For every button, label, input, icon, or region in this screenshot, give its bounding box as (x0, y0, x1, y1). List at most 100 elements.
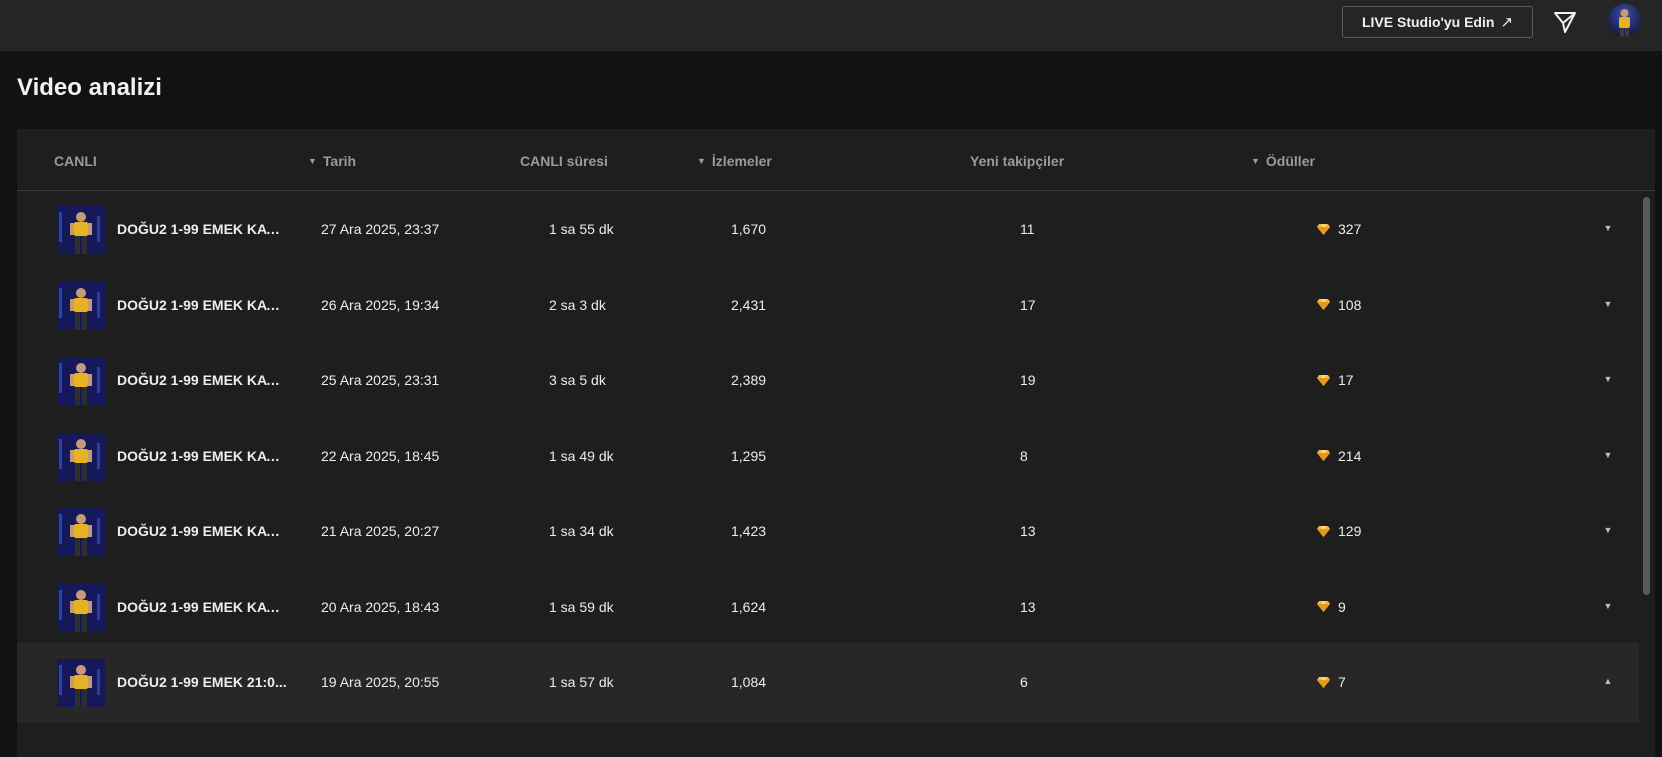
new-followers-count: 19 (1020, 372, 1036, 388)
video-thumbnail (57, 206, 105, 254)
new-followers-count: 13 (1020, 523, 1036, 539)
video-thumbnail (57, 659, 105, 707)
rewards-cell: 327 (1317, 221, 1361, 237)
video-analytics-table: CANLI ▼ Tarih CANLI süresi ▼ İzlemeler Y… (17, 129, 1655, 757)
rewards-cell: 7 (1317, 674, 1346, 690)
table-row[interactable]: DOĞU2 1-99 EMEK KAYI... 20 Ara 2025, 18:… (17, 568, 1639, 648)
video-title: DOĞU2 1-99 EMEK KAYI... (117, 221, 287, 237)
column-live-label: CANLI (54, 153, 97, 169)
live-duration: 1 sa 34 dk (549, 523, 614, 539)
video-title: DOĞU2 1-99 EMEK KAYI... (117, 523, 287, 539)
gem-icon (1317, 223, 1330, 235)
video-date: 25 Ara 2025, 23:31 (321, 372, 440, 388)
column-rewards-label: Ödüller (1265, 153, 1315, 169)
sort-down-icon: ▼ (308, 156, 317, 166)
video-title: DOĞU2 1-99 EMEK KAYI... (117, 372, 287, 388)
video-thumbnail (57, 357, 105, 405)
gem-icon (1317, 374, 1330, 386)
rewards-count: 129 (1338, 523, 1362, 539)
rewards-count: 108 (1338, 296, 1362, 313)
expand-toggle-icon[interactable]: ▼ (1602, 450, 1614, 462)
video-date: 19 Ara 2025, 20:55 (321, 674, 440, 690)
table-row[interactable]: DOĞU2 1-99 EMEK KAYI... 27 Ara 2025, 23:… (17, 190, 1639, 270)
table-row[interactable]: DOĞU2 1-99 EMEK KAYI... 22 Ara 2025, 18:… (17, 417, 1639, 497)
top-bar: LIVE Studio'yu Edin ↗ (0, 0, 1662, 51)
live-duration: 1 sa 59 dk (549, 598, 614, 615)
rewards-cell: 17 (1317, 372, 1354, 388)
get-live-studio-label: LIVE Studio'yu Edin (1361, 14, 1495, 30)
scrollbar-thumb[interactable] (1643, 197, 1650, 595)
expand-toggle-icon[interactable]: ▼ (1602, 223, 1614, 235)
video-thumbnail (57, 281, 105, 330)
column-rewards[interactable]: ▼ Ödüller (1251, 153, 1315, 169)
column-duration: CANLI süresi (520, 153, 608, 169)
views-count: 1,295 (731, 447, 767, 464)
rewards-count: 17 (1338, 372, 1354, 388)
gem-icon (1317, 299, 1330, 310)
sort-down-icon: ▼ (1251, 156, 1260, 166)
views-count: 1,423 (731, 523, 767, 539)
sort-down-icon: ▼ (697, 156, 706, 166)
expand-toggle-icon[interactable]: ▼ (1602, 601, 1614, 613)
column-followers-label: Yeni takipçiler (970, 153, 1065, 169)
table-row[interactable]: DOĞU2 1-99 EMEK KAYI... 26 Ara 2025, 19:… (17, 266, 1639, 346)
video-date: 27 Ara 2025, 23:37 (321, 221, 440, 237)
expand-toggle-icon[interactable]: ▼ (1602, 525, 1614, 537)
rewards-count: 327 (1338, 221, 1362, 237)
live-duration: 3 sa 5 dk (549, 372, 606, 388)
rewards-cell: 214 (1317, 448, 1361, 464)
gem-icon (1317, 450, 1330, 461)
column-duration-label: CANLI süresi (520, 153, 608, 169)
video-thumbnail (57, 508, 105, 556)
rewards-cell: 108 (1317, 297, 1361, 313)
video-date: 20 Ara 2025, 18:43 (321, 598, 440, 615)
column-views[interactable]: ▼ İzlemeler (697, 153, 772, 169)
new-followers-count: 17 (1020, 296, 1036, 313)
new-followers-count: 11 (1020, 221, 1035, 237)
get-live-studio-button[interactable]: LIVE Studio'yu Edin ↗ (1342, 6, 1533, 38)
rewards-count: 214 (1338, 447, 1362, 464)
external-arrow-icon: ↗ (1500, 14, 1514, 31)
column-followers: Yeni takipçiler (970, 153, 1064, 169)
views-count: 1,084 (731, 674, 767, 690)
video-thumbnail (57, 432, 105, 481)
live-duration: 1 sa 57 dk (549, 674, 614, 690)
table-header: CANLI ▼ Tarih CANLI süresi ▼ İzlemeler Y… (17, 129, 1655, 191)
video-thumbnail (57, 583, 105, 632)
expand-toggle-icon[interactable]: ▼ (1602, 374, 1614, 386)
gem-icon (1317, 601, 1330, 612)
views-count: 2,431 (731, 296, 767, 313)
rewards-cell: 129 (1317, 523, 1361, 539)
rewards-cell: 9 (1317, 599, 1346, 615)
new-followers-count: 6 (1020, 674, 1028, 690)
live-duration: 1 sa 55 dk (549, 221, 614, 237)
expand-toggle-icon[interactable]: ▲ (1602, 676, 1614, 688)
video-title: DOĞU2 1-99 EMEK KAYI... (117, 598, 287, 615)
column-live: CANLI (54, 153, 97, 169)
views-count: 1,624 (731, 598, 767, 615)
rewards-count: 9 (1338, 598, 1346, 615)
video-date: 26 Ara 2025, 19:34 (321, 296, 440, 313)
rewards-count: 7 (1338, 674, 1346, 690)
gem-icon (1317, 676, 1330, 688)
gem-icon (1317, 525, 1330, 537)
views-count: 1,670 (731, 221, 767, 237)
column-date[interactable]: ▼ Tarih (308, 153, 356, 169)
column-date-label: Tarih (322, 153, 357, 169)
table-row[interactable]: DOĞU2 1-99 EMEK KAYI... 25 Ara 2025, 23:… (17, 341, 1639, 421)
live-duration: 2 sa 3 dk (549, 296, 606, 313)
video-title: DOĞU2 1-99 EMEK KAYI... (117, 296, 287, 313)
table-row[interactable]: DOĞU2 1-99 EMEK KAYI... 21 Ara 2025, 20:… (17, 492, 1639, 572)
send-icon[interactable] (1552, 9, 1578, 35)
new-followers-count: 13 (1020, 598, 1036, 615)
views-count: 2,389 (731, 372, 767, 388)
avatar[interactable] (1608, 4, 1641, 37)
new-followers-count: 8 (1020, 447, 1028, 464)
table-row[interactable]: DOĞU2 1-99 EMEK 21:0... 19 Ara 2025, 20:… (17, 643, 1639, 723)
expand-toggle-icon[interactable]: ▼ (1602, 299, 1614, 311)
page-title: Video analizi (17, 74, 162, 101)
video-title: DOĞU2 1-99 EMEK 21:0... (117, 674, 287, 690)
video-title: DOĞU2 1-99 EMEK KAYI... (117, 447, 287, 464)
scrollbar[interactable] (1639, 191, 1655, 757)
video-date: 22 Ara 2025, 18:45 (321, 447, 440, 464)
